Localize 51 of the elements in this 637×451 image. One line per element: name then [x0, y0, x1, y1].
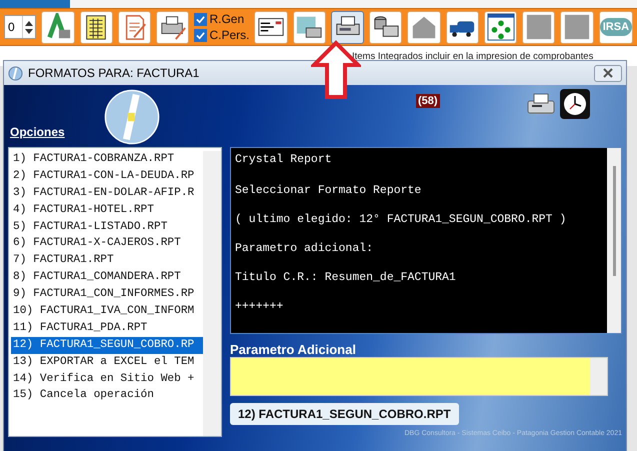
scrollbar[interactable]	[590, 358, 607, 395]
toolbar-button[interactable]	[484, 10, 518, 44]
list-item[interactable]: 6) FACTURA1-X-CAJEROS.RPT	[11, 235, 203, 252]
scrollbar[interactable]	[203, 151, 221, 436]
toolbar-button[interactable]	[156, 10, 190, 44]
compass-icon	[8, 66, 23, 80]
list-item[interactable]: 9) FACTURA1_CON_INFORMES.RP	[11, 286, 203, 304]
list-item[interactable]: 12) FACTURA1_SEGUN_COBRO.RP	[11, 336, 203, 354]
list-item[interactable]: 8) FACTURA1_COMANDERA.RPT	[11, 269, 203, 286]
toolbar-button[interactable]	[330, 10, 364, 44]
toolbar-button[interactable]	[369, 10, 402, 44]
console-line: +++++++	[235, 299, 284, 314]
list-item[interactable]: 14) Verifica en Sitio Web +	[11, 370, 203, 388]
checkbox[interactable]: R.Gen	[194, 12, 250, 26]
console-line: Seleccionar Formato Reporte	[235, 183, 422, 198]
console-line: ( ultimo elegido: 12° FACTURA1_SEGUN_COBRO.RPT )	[235, 212, 566, 227]
list-item[interactable]: 13) EXPORTAR a EXCEL el TEM	[11, 354, 203, 371]
list-item[interactable]: 7) FACTURA1.RPT	[11, 252, 203, 270]
console-line: Parametro adicional:	[235, 241, 374, 256]
list-item[interactable]: 10) FACTURA1_IVA_CON_INFORM	[11, 303, 203, 320]
list-item[interactable]: 1) FACTURA1-COBRANZA.RPT	[11, 151, 203, 168]
options-label: Opciones	[10, 125, 65, 139]
close-icon	[603, 68, 613, 78]
checkbox[interactable]: C.Pers.	[194, 28, 250, 42]
empty-tile-icon	[563, 13, 592, 41]
empty-tile-icon	[524, 13, 553, 41]
count-badge: (58)	[416, 94, 440, 108]
list-item[interactable]: 15) Cancela operación	[11, 387, 203, 404]
list-item[interactable]: 5) FACTURA1-LISTADO.RPT	[11, 218, 203, 236]
close-button[interactable]	[594, 64, 622, 82]
toolbar-button[interactable]	[254, 10, 288, 44]
console-line: Crystal Report	[235, 152, 332, 167]
network-icon	[486, 13, 515, 41]
parameter-field[interactable]	[230, 357, 608, 396]
background-text: Items Integrados incluir en la impresion de comprobantes	[352, 51, 594, 62]
toolbar-button[interactable]	[446, 10, 479, 44]
clock-icon[interactable]	[560, 89, 590, 119]
console-line: Titulo C.R.: Resumen_de_FACTURA1	[235, 270, 456, 285]
window-title: FORMATOS PARA: FACTURA1	[28, 66, 200, 80]
list-item[interactable]: 2) FACTURA1-CON-LA-DEUDA.RP	[11, 168, 203, 185]
list-item[interactable]: 4) FACTURA1-HOTEL.RPT	[11, 202, 203, 219]
tab-strip	[0, 0, 70, 8]
toolbar-button[interactable]	[80, 10, 113, 44]
number-spinner[interactable]: 0	[4, 15, 36, 39]
compass-logo-icon	[104, 89, 160, 145]
toolbar-button[interactable]	[292, 10, 326, 44]
parameter-label: Parametro Adicional	[230, 342, 357, 358]
list-item[interactable]: 3) FACTURA1-EN-DOLAR-AFIP.R	[11, 184, 203, 202]
list-item[interactable]: 11) FACTURA1_PDA.RPT	[11, 320, 203, 337]
selected-format-button[interactable]: 12) FACTURA1_SEGUN_COBRO.RPT	[230, 403, 459, 425]
scrollbar[interactable]	[607, 148, 621, 334]
